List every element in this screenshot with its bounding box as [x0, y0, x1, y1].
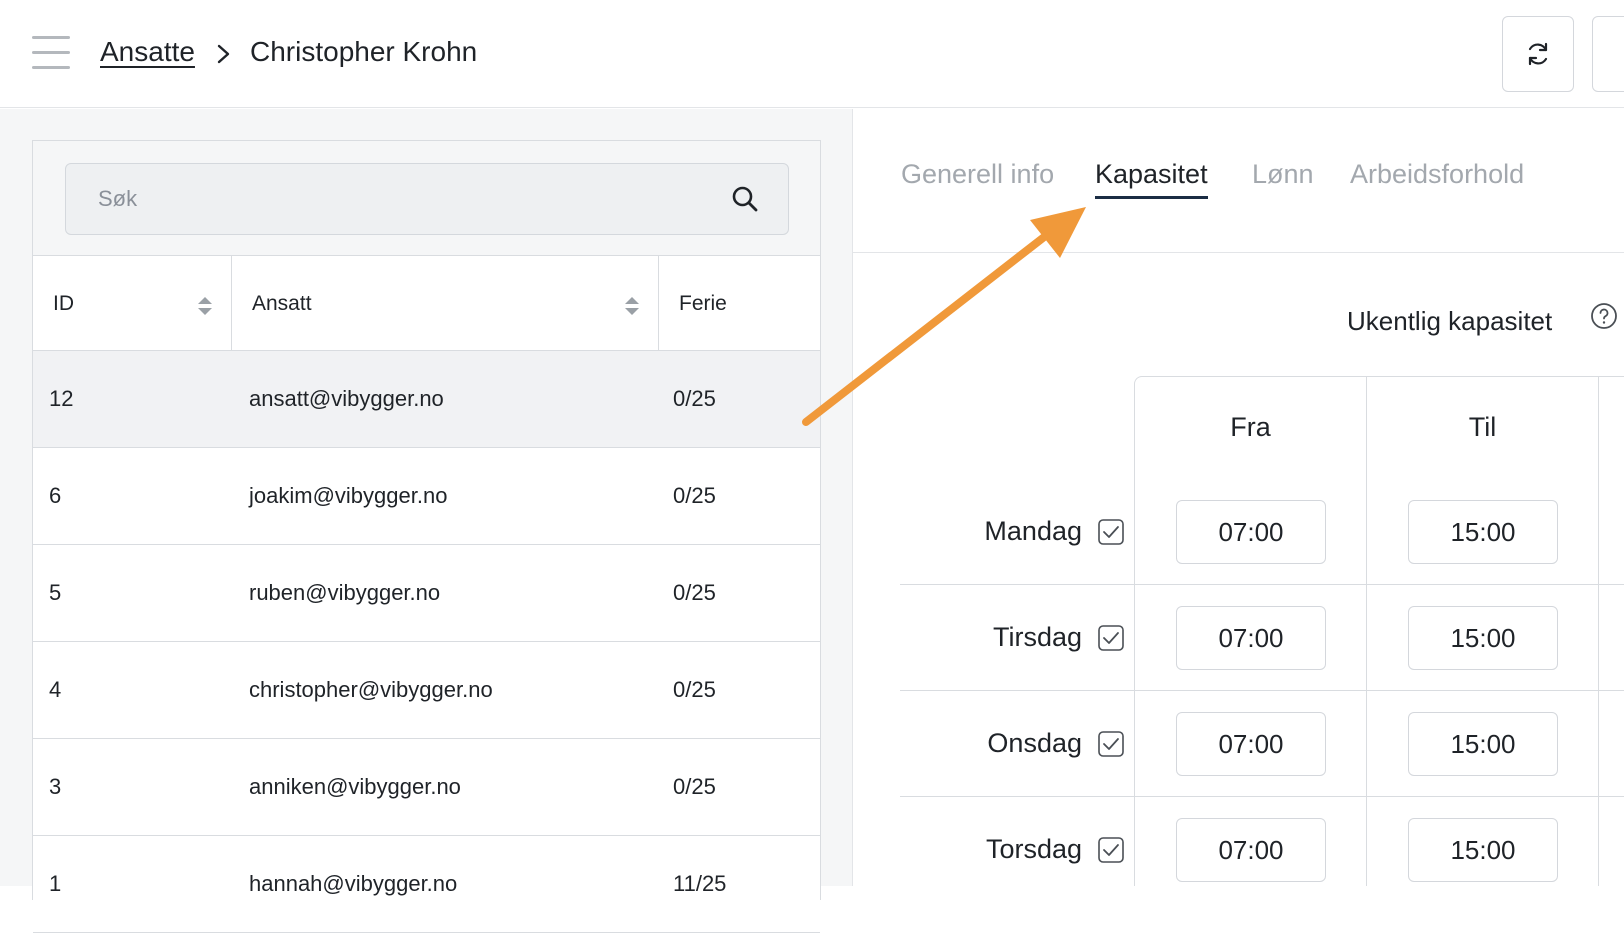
table-row[interactable]: 6 joakim@vibygger.no 0/25 [33, 448, 820, 545]
tab-lonn[interactable]: Lønn [1252, 159, 1314, 196]
row-email: ruben@vibygger.no [249, 580, 441, 605]
table-row[interactable]: 5 ruben@vibygger.no 0/25 [33, 545, 820, 642]
employee-tabs: Generell info Kapasitet Lønn Arbeidsforh… [853, 109, 1624, 253]
table-body: 12 ansatt@vibygger.no 0/25 6 joakim@viby… [33, 351, 820, 933]
tirsdag-from-input[interactable] [1176, 606, 1326, 670]
tab-arbeidsforhold[interactable]: Arbeidsforhold [1350, 159, 1524, 196]
onsdag-to-input[interactable] [1408, 712, 1558, 776]
column-header-fra: Fra [1230, 412, 1271, 442]
column-divider [1366, 376, 1367, 886]
row-vacation: 0/25 [673, 774, 716, 799]
search-icon[interactable] [730, 184, 760, 214]
employee-list: ID Ansatt Ferie 12 ansatt@vibygger.no 0/… [32, 140, 821, 933]
row-vacation: 0/25 [673, 677, 716, 702]
table-row[interactable]: 3 anniken@vibygger.no 0/25 [33, 739, 820, 836]
column-header-til: Til [1468, 412, 1497, 442]
top-header: Ansatte Christopher Krohn [0, 0, 1624, 108]
table-header: ID Ansatt Ferie [33, 256, 820, 351]
column-header-ansatt[interactable]: Ansatt [232, 256, 659, 351]
table-row[interactable]: 4 christopher@vibygger.no 0/25 [33, 642, 820, 739]
row-id: 3 [49, 774, 62, 799]
row-id: 1 [49, 871, 62, 896]
row-email: joakim@vibygger.no [249, 483, 448, 508]
question-circle-icon[interactable] [1590, 302, 1618, 330]
row-id: 12 [49, 386, 74, 411]
column-header-id[interactable]: ID [33, 256, 232, 351]
mandag-from-input[interactable] [1176, 500, 1326, 564]
column-header-id-label: ID [53, 291, 74, 315]
torsdag-from-input[interactable] [1176, 818, 1326, 882]
row-email: christopher@vibygger.no [249, 677, 493, 702]
day-label-onsdag: Onsdag [987, 728, 1082, 758]
tirsdag-to-input[interactable] [1408, 606, 1558, 670]
search-box [65, 163, 789, 235]
row-divider [900, 796, 1624, 797]
column-divider [1598, 376, 1599, 886]
checkbox-checked-icon[interactable] [1098, 625, 1124, 651]
row-divider [900, 690, 1624, 691]
column-header-ferie-label: Ferie [679, 291, 727, 315]
checkbox-checked-icon[interactable] [1098, 519, 1124, 545]
day-label-mandag: Mandag [984, 516, 1082, 546]
hamburger-menu-icon[interactable] [32, 36, 70, 70]
checkbox-checked-icon[interactable] [1098, 837, 1124, 863]
row-email: ansatt@vibygger.no [249, 386, 444, 411]
row-vacation: 11/25 [673, 871, 727, 896]
row-id: 5 [49, 580, 62, 605]
row-id: 4 [49, 677, 62, 702]
onsdag-from-input[interactable] [1176, 712, 1326, 776]
row-email: hannah@vibygger.no [249, 871, 458, 896]
chevron-right-icon [217, 44, 230, 64]
table-row[interactable]: 1 hannah@vibygger.no 11/25 [33, 836, 820, 933]
breadcrumb-ansatte-link[interactable]: Ansatte [100, 36, 195, 68]
sort-icon[interactable] [197, 296, 213, 316]
row-email: anniken@vibygger.no [249, 774, 461, 799]
refresh-button[interactable] [1502, 16, 1574, 92]
capacity-title: Ukentlig kapasitet [1347, 306, 1553, 336]
column-header-ansatt-label: Ansatt [252, 291, 312, 315]
breadcrumb-current: Christopher Krohn [250, 36, 478, 67]
checkbox-checked-icon[interactable] [1098, 731, 1124, 757]
tab-generell-info[interactable]: Generell info [901, 159, 1054, 196]
mandag-to-input[interactable] [1408, 500, 1558, 564]
sort-icon[interactable] [624, 296, 640, 316]
table-row[interactable]: 12 ansatt@vibygger.no 0/25 [33, 351, 820, 448]
refresh-icon [1528, 42, 1548, 66]
column-header-ferie[interactable]: Ferie [659, 256, 820, 351]
row-vacation: 0/25 [673, 580, 716, 605]
torsdag-to-input[interactable] [1408, 818, 1558, 882]
day-label-tirsdag: Tirsdag [992, 622, 1082, 652]
search-area [33, 141, 820, 256]
row-divider [900, 584, 1624, 585]
tab-kapasitet[interactable]: Kapasitet [1095, 159, 1208, 199]
search-input[interactable] [66, 164, 706, 234]
row-id: 6 [49, 483, 62, 508]
row-vacation: 0/25 [673, 386, 716, 411]
row-vacation: 0/25 [673, 483, 716, 508]
header-action-button[interactable] [1592, 16, 1624, 92]
day-label-torsdag: Torsdag [985, 834, 1082, 864]
